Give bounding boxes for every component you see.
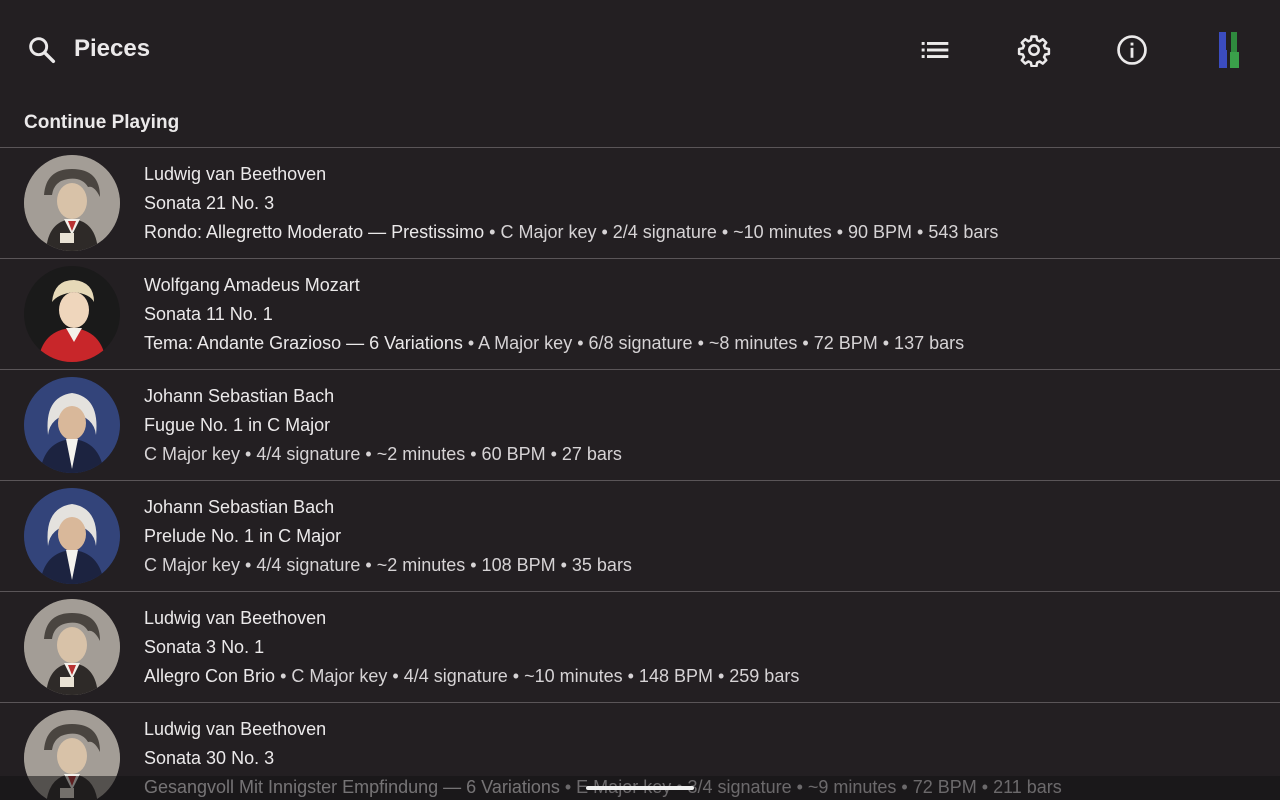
composer-name: Johann Sebastian Bach — [144, 386, 335, 406]
piece-details: Rondo: Allegretto Moderato — Prestissimo… — [144, 221, 998, 243]
search-icon — [29, 37, 56, 64]
pieces-list: Ludwig van Beethoven Sonata 21 No. 3 Ron… — [0, 147, 1280, 800]
movement-name: Rondo: Allegretto Moderato — Prestissimo — [144, 222, 485, 242]
beethoven-portrait — [24, 599, 120, 695]
list-view-button[interactable] — [915, 30, 955, 70]
list-item[interactable]: Johann Sebastian Bach Prelude No. 1 in C… — [0, 480, 1280, 591]
bach-portrait — [24, 488, 120, 584]
mozart-portrait — [24, 266, 120, 362]
beethoven-portrait — [24, 155, 120, 251]
piece-title: Sonata 3 No. 1 — [144, 637, 265, 657]
list-item[interactable]: Johann Sebastian Bach Fugue No. 1 in C M… — [0, 369, 1280, 480]
piece-meta: C Major key • 4/4 signature • ~2 minutes… — [144, 555, 632, 575]
movement-name: Tema: Andante Grazioso — 6 Variations — [144, 333, 463, 353]
composer-avatar — [24, 710, 120, 800]
piece-meta: • C Major key • 4/4 signature • ~10 minu… — [275, 666, 800, 686]
piece-title: Sonata 11 No. 1 — [144, 304, 273, 324]
composer-avatar — [24, 599, 120, 695]
piece-meta: • C Major key • 2/4 signature • ~10 minu… — [484, 222, 999, 242]
bach-portrait — [24, 377, 120, 473]
search-button[interactable] — [24, 32, 60, 68]
composer-name: Ludwig van Beethoven — [144, 164, 327, 184]
piece-title: Fugue No. 1 in C Major — [144, 415, 331, 435]
piece-details: C Major key • 4/4 signature • ~2 minutes… — [144, 443, 622, 465]
piece-meta: • A Major key • 6/8 signature • ~8 minut… — [462, 333, 965, 353]
settings-button[interactable] — [1014, 30, 1054, 70]
home-gesture-handle[interactable] — [586, 786, 694, 790]
piece-details: Tema: Andante Grazioso — 6 Variations • … — [144, 332, 964, 354]
info-button[interactable] — [1112, 30, 1152, 70]
app-logo — [1210, 30, 1250, 70]
piece-title: Sonata 30 No. 3 — [144, 748, 275, 768]
piece-title: Sonata 21 No. 3 — [144, 193, 275, 213]
info-icon — [1117, 35, 1147, 65]
app-root: Pieces Continue Playing Ludwig van Beeth… — [0, 0, 1280, 800]
page-title: Pieces — [74, 35, 151, 62]
piece-title: Prelude No. 1 in C Major — [144, 526, 342, 546]
movement-name: Gesangvoll Mit Innigster Empfindung — 6 … — [144, 777, 560, 797]
composer-name: Johann Sebastian Bach — [144, 497, 335, 517]
list-item[interactable]: Wolfgang Amadeus Mozart Sonata 11 No. 1 … — [0, 258, 1280, 369]
piece-details: Allegro Con Brio • C Major key • 4/4 sig… — [144, 665, 799, 687]
section-title-continue-playing: Continue Playing — [24, 112, 180, 133]
top-app-bar: Pieces — [0, 0, 1280, 98]
composer-avatar — [24, 266, 120, 362]
composer-name: Ludwig van Beethoven — [144, 719, 327, 739]
list-icon — [921, 42, 949, 58]
gear-icon — [1017, 35, 1051, 67]
piano-logo-icon — [1219, 32, 1239, 68]
piece-meta: C Major key • 4/4 signature • ~2 minutes… — [144, 444, 622, 464]
composer-name: Wolfgang Amadeus Mozart — [144, 275, 360, 295]
composer-name: Ludwig van Beethoven — [144, 608, 327, 628]
list-item[interactable]: Ludwig van Beethoven Sonata 3 No. 1 Alle… — [0, 591, 1280, 702]
composer-avatar — [24, 155, 120, 251]
beethoven-portrait — [24, 710, 120, 800]
list-item[interactable]: Ludwig van Beethoven Sonata 21 No. 3 Ron… — [0, 147, 1280, 258]
piece-details: C Major key • 4/4 signature • ~2 minutes… — [144, 554, 632, 576]
composer-avatar — [24, 377, 120, 473]
movement-name: Allegro Con Brio — [144, 666, 276, 686]
composer-avatar — [24, 488, 120, 584]
